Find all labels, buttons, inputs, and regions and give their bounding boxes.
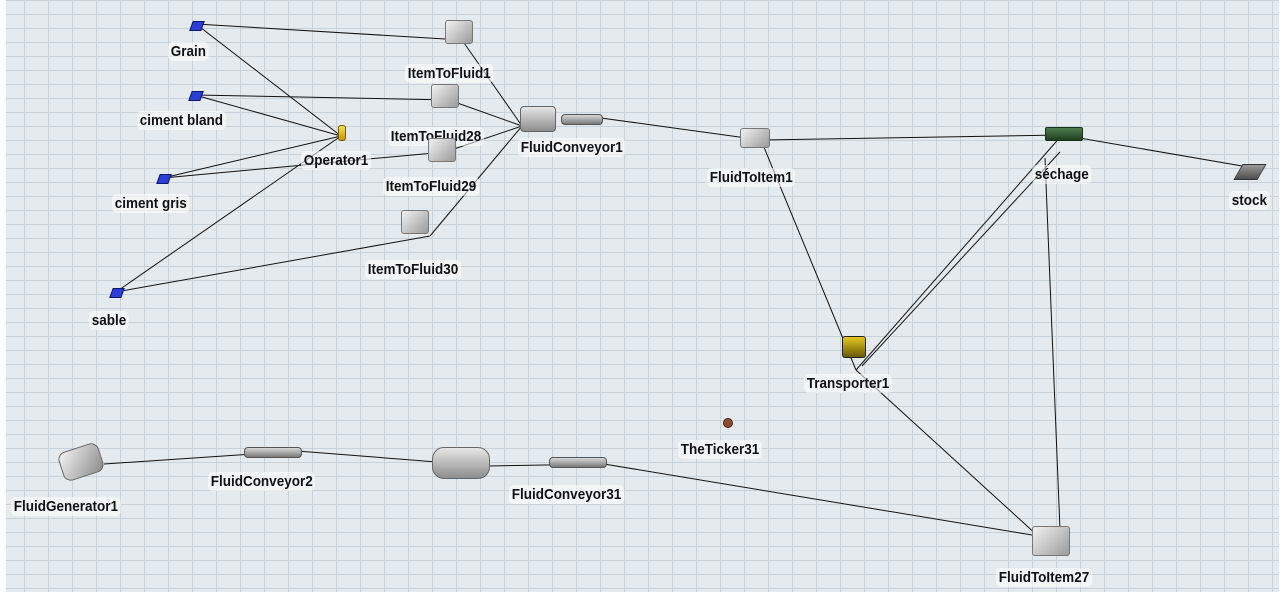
- left-border: [0, 0, 6, 596]
- ticker-icon[interactable]: [723, 418, 733, 428]
- connection-itemtofluid28-fluidconveyor1: [448, 99, 523, 127]
- fluid-to-item-icon[interactable]: [1032, 526, 1070, 556]
- item-to-fluid-icon[interactable]: [431, 84, 459, 108]
- connection-itemtofluid1-fluidconveyor1: [461, 39, 523, 127]
- fluid-conveyor-icon[interactable]: [244, 447, 302, 458]
- fluidtoitem27-label: FluidToItem27: [996, 568, 1092, 587]
- stock-label: stock: [1229, 191, 1270, 210]
- connection-transporter1-fluidtoitem27: [855, 369, 1039, 537]
- fluidgenerator1-label: FluidGenerator1: [11, 497, 121, 516]
- itemtofluid30-label: ItemToFluid30: [365, 260, 461, 279]
- fluidconveyor31-label: FluidConveyor31: [509, 485, 624, 504]
- connection-grain-itemtofluid1: [195, 23, 463, 41]
- ciment-gris-label: ciment gris: [112, 194, 190, 213]
- connection-fluidconveyor31-fluidtoitem27: [603, 463, 1039, 537]
- connection-ciment_bland-itemtofluid28: [194, 94, 450, 101]
- connection-transporter1-sechage-return: [861, 151, 1061, 367]
- transporter1-label: Transporter1: [804, 374, 892, 393]
- fluidconveyor2-label: FluidConveyor2: [208, 472, 316, 491]
- connection-fluidtoitem1-sechage: [760, 134, 1063, 141]
- processor-icon[interactable]: [1045, 127, 1083, 141]
- fluid-tank-icon[interactable]: [432, 447, 490, 479]
- right-border: [1279, 0, 1283, 596]
- model-3d-view[interactable]: Grain ciment bland ciment gris sable Ope…: [0, 0, 1283, 596]
- sable-label: sable: [89, 311, 129, 330]
- forklift-icon[interactable]: [842, 336, 866, 358]
- sechage-label: séchage: [1032, 165, 1092, 184]
- fluidconveyor1-label: FluidConveyor1: [518, 138, 626, 157]
- ciment-bland-label: ciment bland: [137, 111, 226, 130]
- fluid-mixer-icon[interactable]: [520, 106, 556, 132]
- fluid-conveyor-icon[interactable]: [549, 457, 607, 468]
- bottom-border: [0, 592, 1283, 596]
- connection-sechage-stock: [1061, 134, 1249, 168]
- connection-fluidconveyor1-fluidtoitem1: [600, 117, 762, 141]
- item-to-fluid-icon[interactable]: [445, 20, 473, 44]
- itemtofluid1-label: ItemToFluid1: [405, 64, 494, 83]
- item-to-fluid-icon[interactable]: [401, 210, 429, 234]
- operator-icon[interactable]: [338, 125, 346, 141]
- theticker31-label: TheTicker31: [678, 440, 762, 459]
- itemtofluid29-label: ItemToFluid29: [383, 177, 479, 196]
- item-to-fluid-icon[interactable]: [428, 138, 456, 162]
- fluid-to-item-icon[interactable]: [740, 128, 770, 148]
- fluid-conveyor-icon[interactable]: [561, 114, 603, 125]
- operator1-label: Operator1: [301, 151, 371, 170]
- connection-sechage-fluidtoitem27: [1044, 157, 1061, 531]
- grain-label: Grain: [168, 42, 209, 61]
- fluidtoitem1-label: FluidToItem1: [707, 168, 796, 187]
- connection-lines: [103, 23, 1249, 537]
